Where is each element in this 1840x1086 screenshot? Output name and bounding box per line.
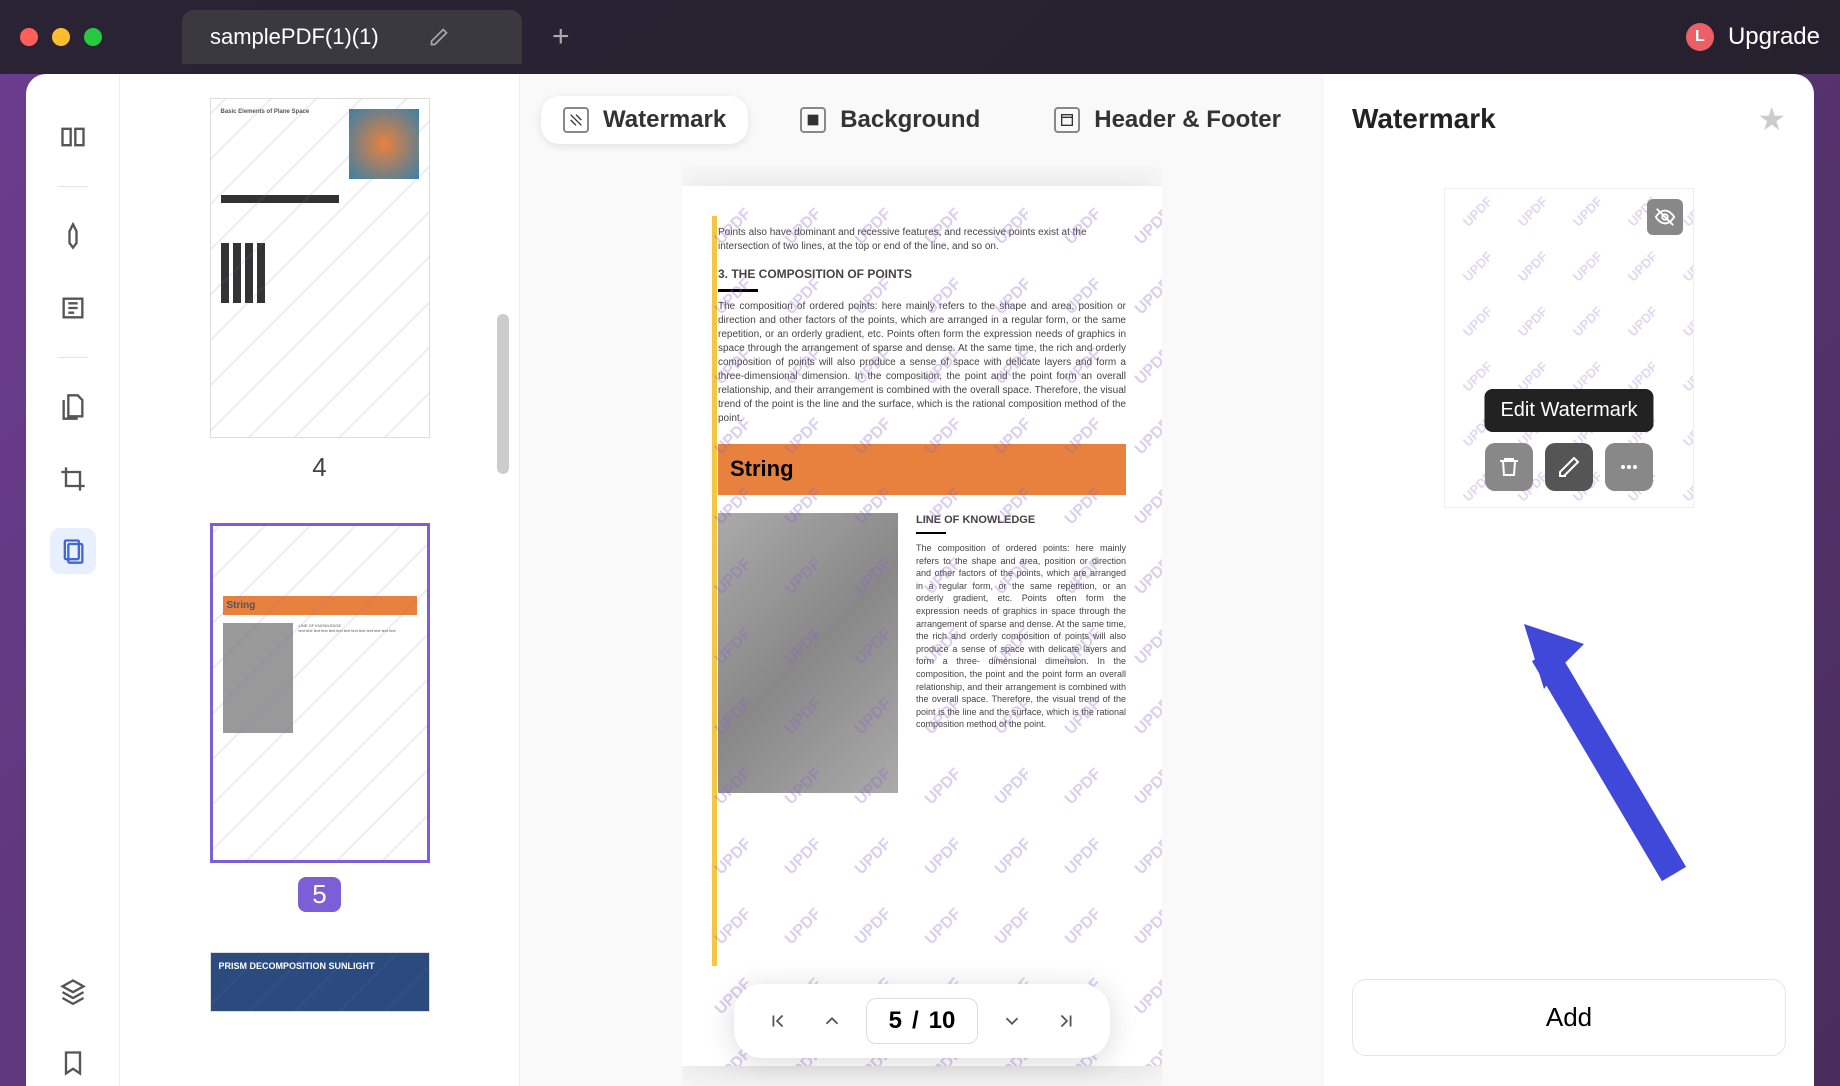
tooltip-edit-watermark: Edit Watermark <box>1484 389 1653 432</box>
marker-icon[interactable] <box>50 213 96 259</box>
section-heading: 3. THE COMPOSITION OF POINTS <box>718 266 1126 283</box>
rail-separator <box>58 186 88 187</box>
current-page: 5 <box>889 1007 902 1035</box>
edit-watermark-button[interactable] <box>1545 443 1593 491</box>
arrow-annotation <box>1514 614 1694 894</box>
tab-title: samplePDF(1)(1) <box>210 24 379 50</box>
thumbnail-label: 5 <box>298 877 340 912</box>
header-footer-icon <box>1054 107 1080 133</box>
user-avatar[interactable]: L <box>1686 23 1714 51</box>
thumbnail-item[interactable]: Basic Elements of Plane Space 4 <box>160 98 479 483</box>
crop-icon[interactable] <box>50 456 96 502</box>
titlebar: samplePDF(1)(1) + L Upgrade <box>0 0 1840 74</box>
total-pages: 10 <box>929 1007 956 1035</box>
layers-icon[interactable] <box>50 968 96 1014</box>
thumbnail-preview[interactable]: String LINE OF KNOWLEDGEtext text text t… <box>210 523 430 863</box>
page-intro-text: Points also have dominant and recessive … <box>718 226 1126 254</box>
panel-header: Watermark ★ <box>1352 100 1786 138</box>
bookmark-icon[interactable] <box>50 1040 96 1086</box>
tab-label: Watermark <box>603 106 726 134</box>
edit-text-icon[interactable] <box>50 285 96 331</box>
add-watermark-button[interactable]: Add <box>1352 979 1786 1056</box>
main-area: Basic Elements of Plane Space 4 String L… <box>26 74 1814 1086</box>
document-tab[interactable]: samplePDF(1)(1) <box>182 10 522 64</box>
column-heading: LINE OF KNOWLEDGE <box>916 513 1126 528</box>
preview-actions <box>1485 443 1653 491</box>
pencil-icon[interactable] <box>429 27 449 47</box>
page-viewer[interactable]: UPDFUPDFUPDFUPDFUPDFUPDFUPDFUPDFUPDFUPDF… <box>682 166 1162 1086</box>
thumbnail-preview[interactable]: Basic Elements of Plane Space <box>210 98 430 438</box>
tab-label: Background <box>840 106 980 134</box>
tab-watermark[interactable]: Watermark <box>541 96 748 144</box>
left-rail <box>26 74 120 1086</box>
page-indicator[interactable]: 5 / 10 <box>866 998 979 1044</box>
thumbnail-label: 4 <box>312 452 326 483</box>
page-separator: / <box>912 1007 919 1035</box>
center-area: Watermark Background Header & Footer UPD… <box>520 74 1324 1086</box>
upgrade-label[interactable]: Upgrade <box>1728 23 1820 51</box>
next-page-button[interactable] <box>992 1001 1032 1041</box>
minimize-window-button[interactable] <box>52 28 70 46</box>
new-tab-button[interactable]: + <box>552 20 570 54</box>
rail-separator <box>58 357 88 358</box>
right-panel: Watermark ★ UPDFUPDFUPDFUPDFUPDFUPDFUPDF… <box>1324 74 1814 1086</box>
thumbnail-preview[interactable]: PRISM DECOMPOSITION SUNLIGHT <box>210 952 430 1012</box>
hide-watermark-button[interactable] <box>1647 199 1683 235</box>
maximize-window-button[interactable] <box>84 28 102 46</box>
top-tabs: Watermark Background Header & Footer <box>541 74 1303 166</box>
yellow-bar-decoration <box>712 216 717 966</box>
tab-label: Header & Footer <box>1094 106 1281 134</box>
column-body: The composition of ordered points: here … <box>916 542 1126 731</box>
window-traffic-lights <box>20 28 102 46</box>
panel-title: Watermark <box>1352 103 1496 135</box>
watermark-icon <box>563 107 589 133</box>
thumb-preview-title: PRISM DECOMPOSITION SUNLIGHT <box>219 961 375 971</box>
scrollbar-thumb[interactable] <box>497 314 509 474</box>
section-body: The composition of ordered points: here … <box>718 300 1126 426</box>
page-render: UPDFUPDFUPDFUPDFUPDFUPDFUPDFUPDFUPDFUPDF… <box>682 186 1162 1066</box>
page-navigation: 5 / 10 <box>734 984 1111 1058</box>
tab-background[interactable]: Background <box>778 96 1002 144</box>
reader-icon[interactable] <box>50 114 96 160</box>
orange-band-title: String <box>718 444 1126 495</box>
thumbnail-item[interactable]: String LINE OF KNOWLEDGEtext text text t… <box>160 523 479 912</box>
close-window-button[interactable] <box>20 28 38 46</box>
star-icon[interactable]: ★ <box>1757 100 1786 138</box>
thumbnail-panel[interactable]: Basic Elements of Plane Space 4 String L… <box>120 74 520 1086</box>
last-page-button[interactable] <box>1046 1001 1086 1041</box>
tab-header-footer[interactable]: Header & Footer <box>1032 96 1303 144</box>
thumb-preview-title: String <box>223 596 417 615</box>
more-options-button[interactable] <box>1605 443 1653 491</box>
pages-icon[interactable] <box>50 384 96 430</box>
thumb-preview-title: Basic Elements of Plane Space <box>221 109 310 115</box>
thumbnail-item[interactable]: PRISM DECOMPOSITION SUNLIGHT <box>160 952 479 1012</box>
background-icon <box>800 107 826 133</box>
watermark-preview[interactable]: UPDFUPDFUPDFUPDFUPDFUPDFUPDFUPDFUPDFUPDF… <box>1444 188 1694 508</box>
first-page-button[interactable] <box>758 1001 798 1041</box>
delete-watermark-button[interactable] <box>1485 443 1533 491</box>
prev-page-button[interactable] <box>812 1001 852 1041</box>
page-tools-icon[interactable] <box>50 528 96 574</box>
upgrade-area[interactable]: L Upgrade <box>1686 23 1820 51</box>
page-image <box>718 513 898 793</box>
